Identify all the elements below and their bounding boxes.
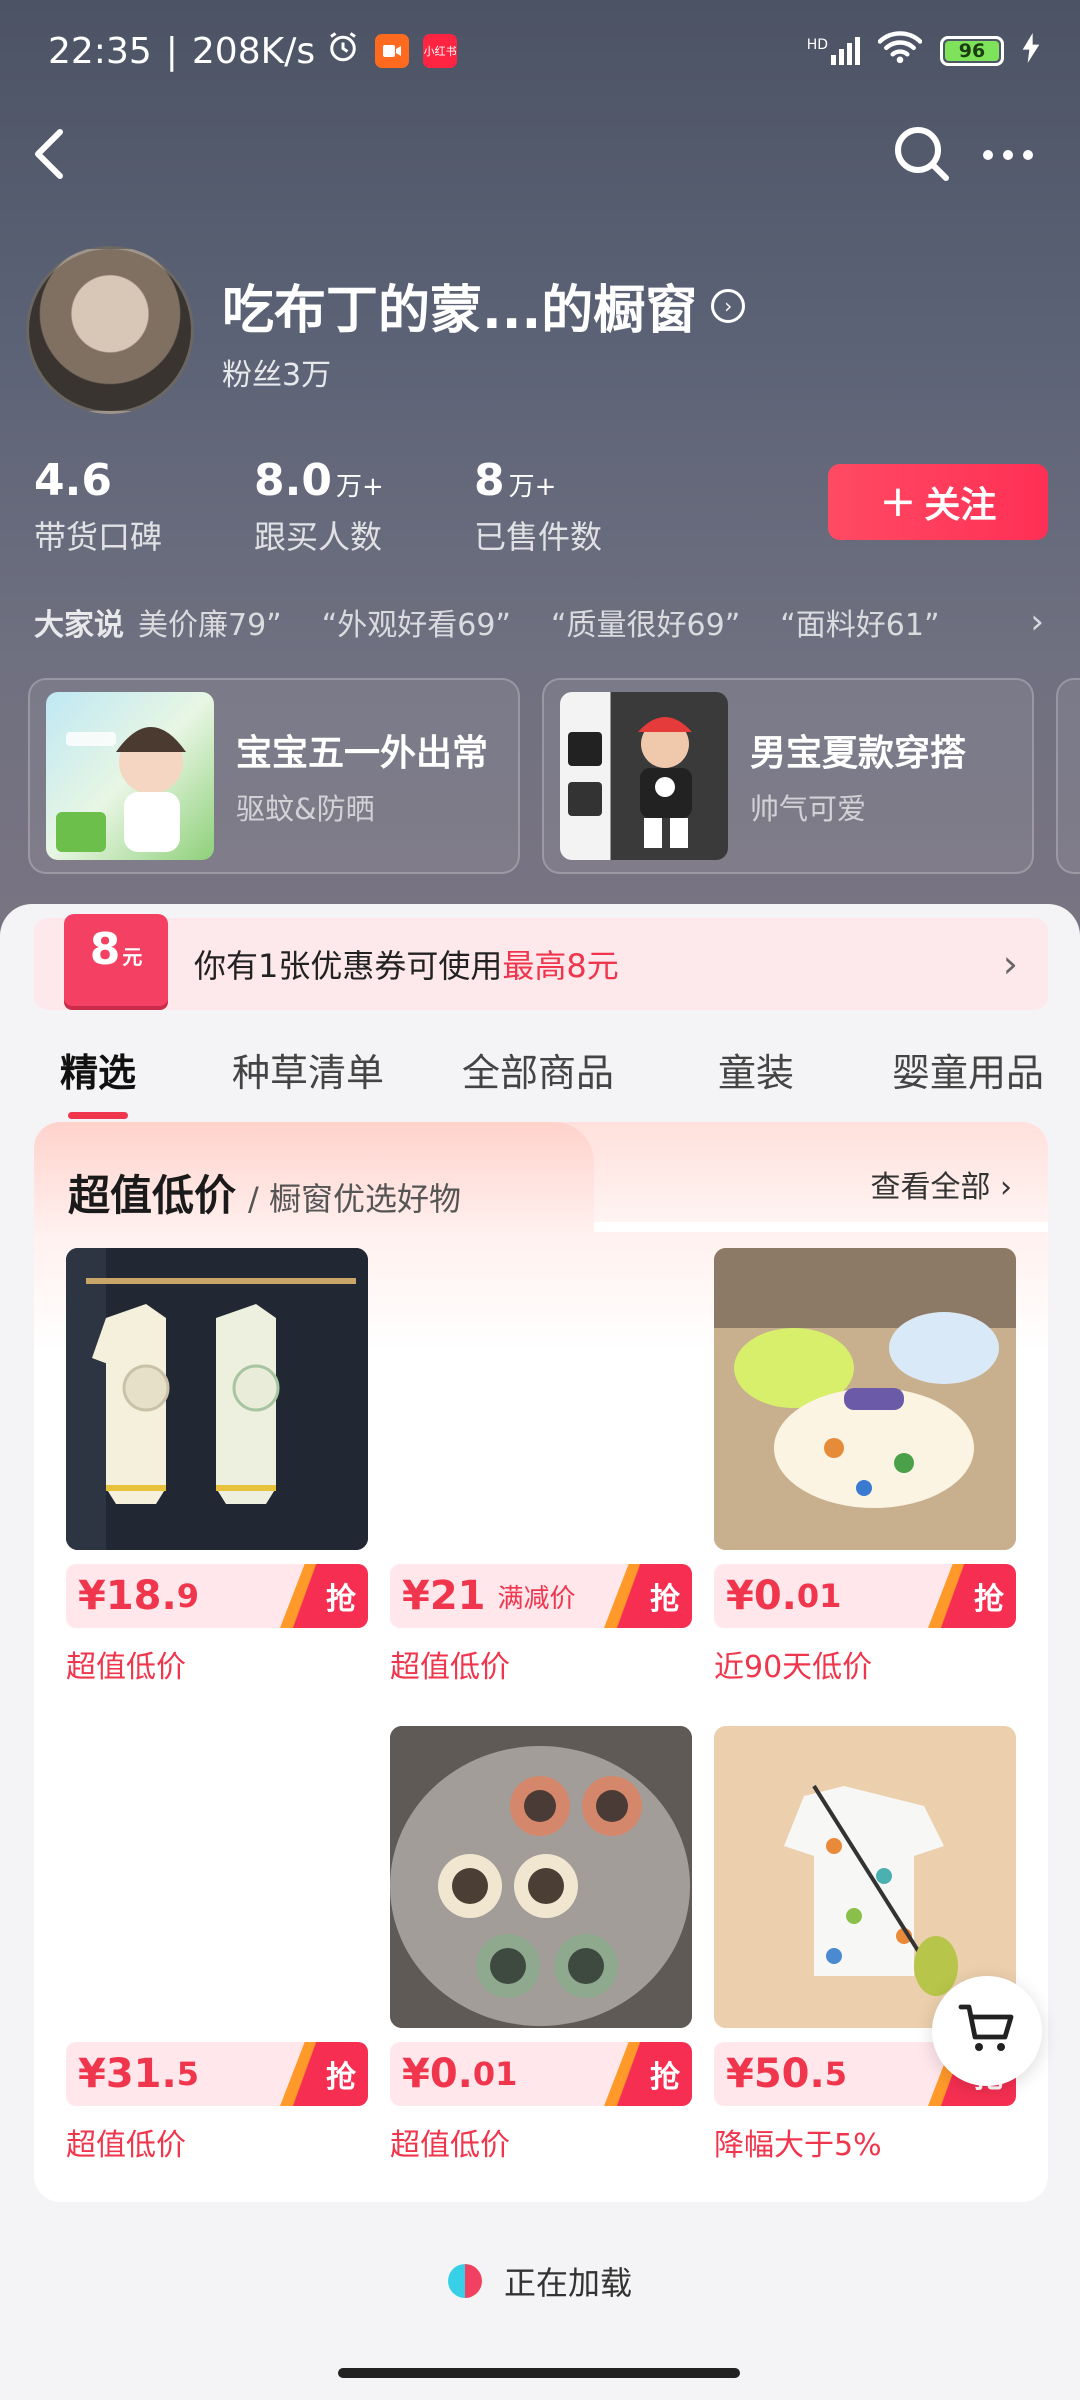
product-card[interactable]: ¥0. 01 抢 近90天低价 [714,1248,1016,1686]
video-app-icon [375,34,410,68]
product-image [390,1248,692,1550]
product-card[interactable]: ¥50.5 抢 降幅大于5% [714,1726,1016,2164]
loading-spinner-icon [447,2264,482,2298]
price-bar: ¥21 满减价 抢 [390,1564,692,1628]
grab-button[interactable]: 抢 [280,2042,368,2106]
back-icon[interactable] [30,126,70,186]
xiaohongshu-app-icon: 小红书 [423,34,458,68]
collection-card[interactable]: 男宝夏款穿搭 帅气可爱 [542,678,1034,874]
shop-title[interactable]: 吃布丁的蒙...的橱窗 › [222,268,746,343]
more-options-icon[interactable] [980,140,1036,174]
collection-card[interactable]: 宝宝五一外出常 驱蚊&防晒 [28,678,520,874]
price-bar: ¥31. 5 抢 [66,2042,368,2106]
review-tag: 美价廉79” [138,608,282,643]
plus-icon: + [879,476,917,527]
follow-button[interactable]: + 关注 [828,464,1048,540]
price-bar: ¥0. 01 抢 [714,1564,1016,1628]
grab-button[interactable]: 抢 [928,1564,1016,1628]
product-image [66,1726,368,2028]
reviews-summary[interactable]: 大家说 美价廉79” “外观好看69” “质量很好69” “面料好61” › [34,600,1044,644]
grab-button[interactable]: 抢 [604,1564,692,1628]
stat-followers-buying: 8.0 万+ 跟买人数 [254,455,384,556]
shop-stats: 4.6 带货口碑 8.0 万+ 跟买人数 8 万+ 已售件数 [34,455,694,558]
battery-icon: 96 [940,36,1004,66]
collection-cards: 宝宝五一外出常 驱蚊&防晒 男宝夏款穿搭 帅气可爱 [28,678,1080,874]
stat-rating: 4.6 带货口碑 [34,455,163,556]
review-tag: “质量很好69” [550,608,741,643]
top-navigation [30,120,1050,190]
product-card[interactable]: ¥18. 9 抢 超值低价 [66,1248,368,1686]
status-time: 22:35 [48,30,152,72]
cart-icon [957,2001,1017,2061]
product-card[interactable]: ¥31. 5 抢 超值低价 [66,1726,368,2164]
tab-featured[interactable]: 精选 [60,1042,136,1119]
network-speed: 208K/s [191,30,316,72]
chevron-right-icon: › [1030,602,1044,642]
shopping-cart-button[interactable] [932,1976,1042,2086]
price-bar: ¥0. 01 抢 [390,2042,692,2106]
view-all-link[interactable]: 查看全部 › [870,1162,1012,1206]
tab-kids-clothing[interactable]: 童装 [718,1042,794,1097]
stat-items-sold: 8 万+ 已售件数 [474,455,603,556]
tab-recommend-list[interactable]: 种草清单 [232,1042,384,1097]
signal-icon: HD [807,37,860,65]
grab-button[interactable]: 抢 [280,1564,368,1628]
alarm-icon [325,29,361,74]
product-image [66,1248,368,1550]
product-image [714,1248,1016,1550]
status-bar: 22:35 | 208K/s 小红书 HD 96 [48,26,1040,76]
wifi-icon [877,30,923,73]
tab-all-products[interactable]: 全部商品 [462,1042,614,1097]
collection-card-partial[interactable] [1056,678,1080,874]
category-tabs: 精选 种草清单 全部商品 童装 婴童用品 [0,1034,1080,1119]
search-icon[interactable] [892,124,952,188]
review-tag: “外观好看69” [321,608,511,643]
value-deals-section: 超值低价 / 橱窗优选好物 查看全部 › ¥18. 9 抢 超值低价 ¥21 满减价… [34,1122,1048,2202]
collection-image [560,692,728,860]
loading-indicator: 正在加载 [0,2258,1080,2304]
product-card[interactable]: ¥21 满减价 抢 超值低价 [390,1248,692,1686]
section-title: 超值低价 / 橱窗优选好物 [68,1171,461,1220]
tab-baby-products[interactable]: 婴童用品 [892,1042,1044,1097]
shop-avatar[interactable] [26,246,194,414]
coupon-banner[interactable]: 8元 你有1张优惠券可使用最高8元 › [34,914,1048,1010]
chevron-right-icon: › [1000,1170,1012,1205]
shop-name: 吃布丁的蒙...的橱窗 [222,281,698,341]
grab-button[interactable]: 抢 [604,2042,692,2106]
product-image [390,1726,692,2028]
fans-count: 粉丝3万 [222,358,332,393]
product-card[interactable]: ¥0. 01 抢 超值低价 [390,1726,692,2164]
chevron-right-icon: › [1002,942,1018,986]
collection-image [46,692,214,860]
coupon-badge: 8元 [64,914,168,1006]
charging-icon [1022,31,1040,72]
review-tag: “面料好61” [780,608,940,643]
chevron-right-circle-icon: › [711,288,746,323]
price-bar: ¥18. 9 抢 [66,1564,368,1628]
home-indicator[interactable] [338,2368,740,2378]
